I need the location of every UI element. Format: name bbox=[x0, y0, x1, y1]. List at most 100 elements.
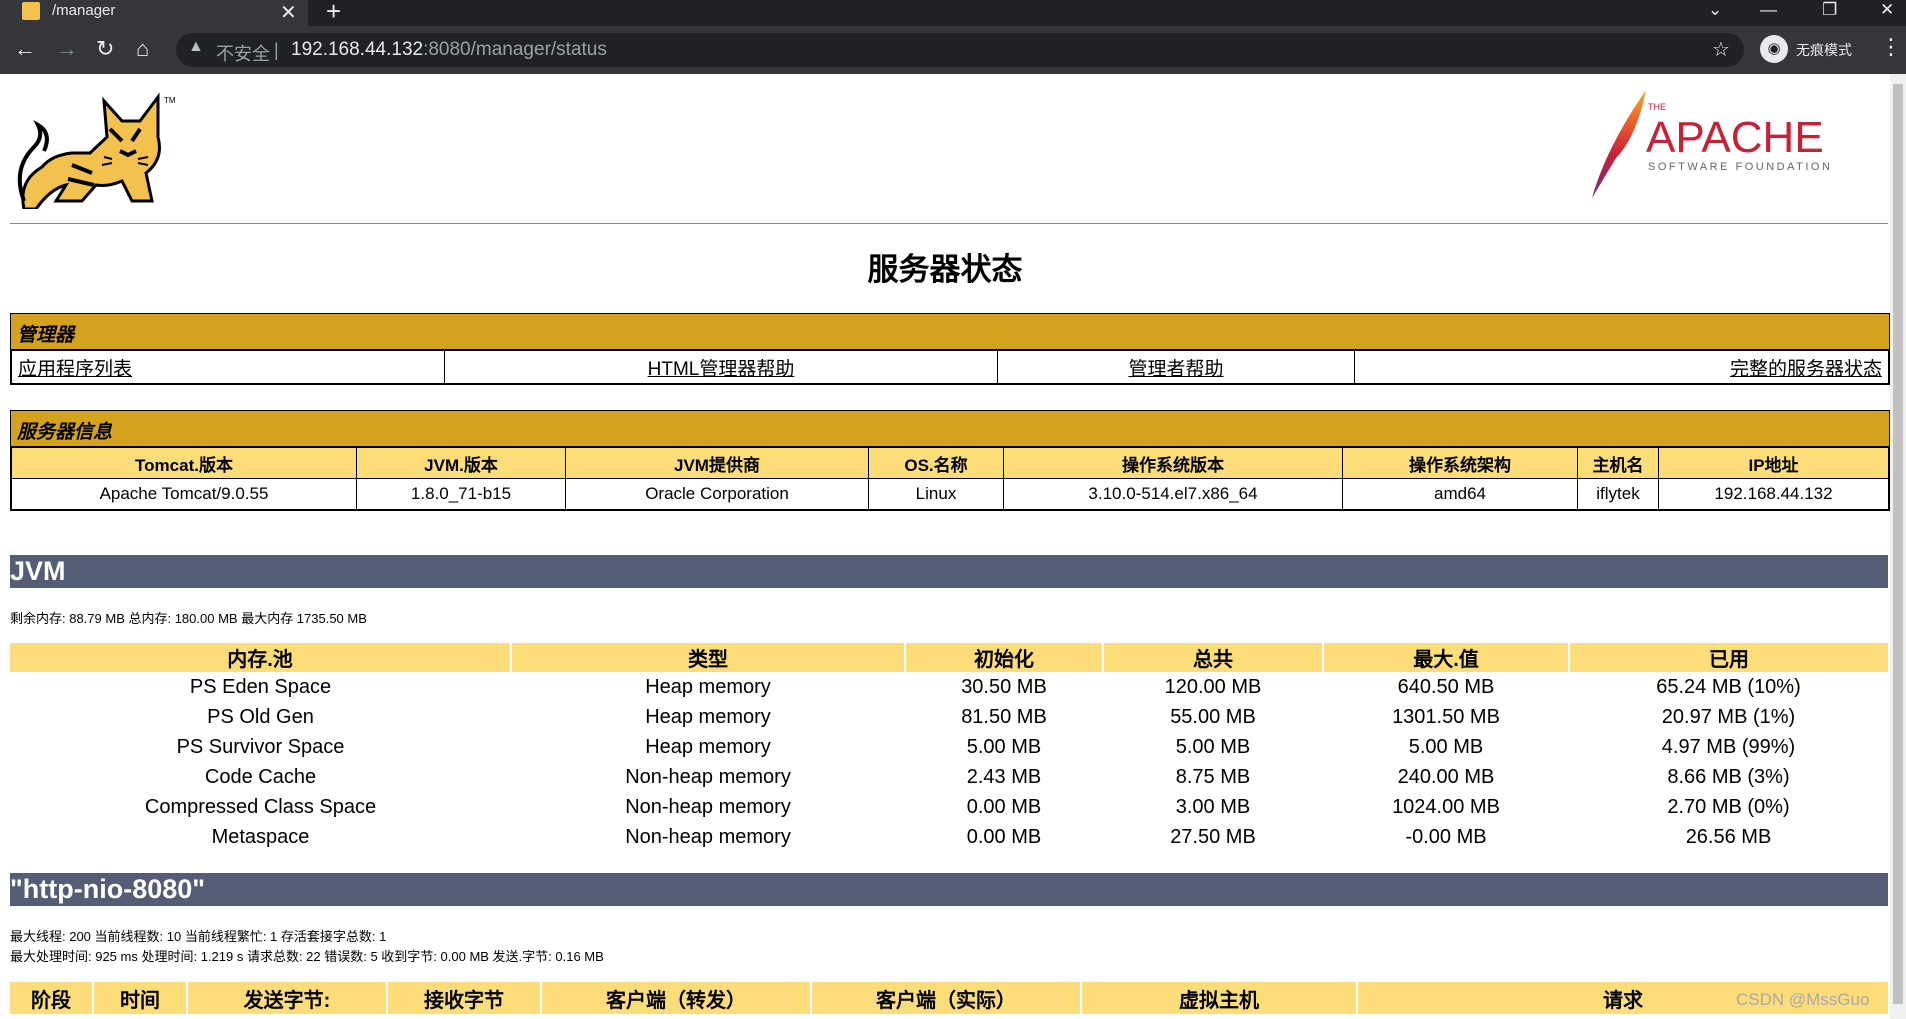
jvm-section-title: JVM bbox=[10, 555, 1888, 588]
table-cell: 81.50 MB bbox=[961, 705, 1047, 728]
table-cell: 8.75 MB bbox=[1175, 765, 1251, 788]
window-close-icon[interactable]: ✕ bbox=[1880, 0, 1894, 20]
manager-section: 管理器 应用程序列表 HTML管理器帮助 管理者帮助 完整的服务器状态 bbox=[10, 313, 1890, 385]
column-header: JVM.版本 bbox=[356, 447, 566, 479]
table-cell: Non-heap memory bbox=[625, 765, 791, 788]
column-header: 阶段 bbox=[10, 982, 93, 1014]
table-cell: -0.00 MB bbox=[1405, 825, 1487, 848]
table-cell: amd64 bbox=[1342, 478, 1578, 510]
column-header: 客户端（转发） bbox=[540, 982, 811, 1014]
table-cell: PS Old Gen bbox=[207, 705, 314, 728]
apache-wordmark: APACHE bbox=[1646, 113, 1824, 162]
incognito-badge[interactable]: ◉ 无痕模式 bbox=[1758, 32, 1862, 66]
column-header: 最大.值 bbox=[1322, 643, 1569, 672]
column-header: 客户端（实际） bbox=[810, 982, 1081, 1014]
table-cell: 20.97 MB (1%) bbox=[1661, 705, 1796, 728]
manager-cell: 管理者帮助 bbox=[997, 350, 1355, 384]
link-full-server-status[interactable]: 完整的服务器状态 bbox=[1730, 359, 1882, 380]
table-cell: Code Cache bbox=[204, 765, 317, 788]
link-manager-help[interactable]: 管理者帮助 bbox=[1128, 359, 1223, 380]
column-header: IP地址 bbox=[1658, 447, 1889, 479]
table-cell: Metaspace bbox=[211, 825, 310, 848]
table-cell: 27.50 MB bbox=[1170, 825, 1256, 848]
navigation-bar: ← → ↻ ⌂ ▲ 不安全 | 192.168.44.132:8080/mana… bbox=[0, 26, 1906, 74]
server-info-table: Tomcat.版本 JVM.版本 JVM提供商 OS.名称 操作系统版本 操作系… bbox=[11, 447, 1889, 510]
table-cell: iflytek bbox=[1577, 478, 1659, 510]
apache-the: THE bbox=[1648, 102, 1666, 112]
table-cell: 1301.50 MB bbox=[1392, 705, 1500, 728]
page-title: 服务器状态 bbox=[867, 252, 1023, 287]
incognito-label: 无痕模式 bbox=[1796, 42, 1852, 58]
tomcat-favicon-icon bbox=[22, 2, 40, 20]
table-cell: 8.66 MB (3%) bbox=[1667, 765, 1790, 788]
table-cell: Non-heap memory bbox=[625, 825, 791, 848]
manager-cell: 完整的服务器状态 bbox=[1354, 350, 1889, 384]
manager-header: 管理器 bbox=[11, 314, 1889, 350]
table-row: Metaspace Non-heap memory 0.00 MB 27.50 … bbox=[10, 822, 1888, 852]
server-info-section: 服务器信息 Tomcat.版本 JVM.版本 JVM提供商 OS.名称 操作系统… bbox=[10, 410, 1890, 511]
table-cell: 240.00 MB bbox=[1397, 765, 1495, 788]
column-header: Tomcat.版本 bbox=[11, 447, 357, 479]
table-cell: 192.168.44.132 bbox=[1658, 478, 1889, 510]
table-cell: Heap memory bbox=[645, 705, 771, 728]
server-info-header: 服务器信息 bbox=[11, 411, 1889, 447]
menu-kebab-icon[interactable]: ⋮ bbox=[1880, 34, 1902, 60]
close-tab-icon[interactable]: ✕ bbox=[280, 0, 297, 25]
address-bar[interactable]: ▲ 不安全 | 192.168.44.132:8080/manager/stat… bbox=[176, 33, 1744, 67]
column-header: 时间 bbox=[92, 982, 187, 1014]
tab-search-icon[interactable]: ⌄ bbox=[1708, 0, 1722, 20]
table-row: PS Survivor Space Heap memory 5.00 MB 5.… bbox=[10, 732, 1888, 762]
scrollbar-thumb[interactable] bbox=[1893, 84, 1903, 1004]
table-cell: 120.00 MB bbox=[1164, 675, 1262, 698]
column-header: 虚拟主机 bbox=[1080, 982, 1357, 1014]
table-cell: PS Survivor Space bbox=[176, 735, 345, 758]
column-header: 已用 bbox=[1568, 643, 1888, 672]
table-cell: PS Eden Space bbox=[189, 675, 332, 698]
table-cell: Oracle Corporation bbox=[565, 478, 869, 510]
tab-strip: /manager ✕ + ⌄ — ❐ ✕ bbox=[0, 0, 1906, 26]
column-header: 操作系统架构 bbox=[1342, 447, 1578, 479]
table-cell: 5.00 MB bbox=[1175, 735, 1251, 758]
url-text: 192.168.44.132:8080/manager/status bbox=[291, 39, 607, 61]
request-table: 阶段 时间 发送字节: 接收字节 客户端（转发） 客户端（实际） 虚拟主机 请求 bbox=[10, 982, 1888, 1014]
column-header: 发送字节: bbox=[186, 982, 387, 1014]
manager-links-table: 应用程序列表 HTML管理器帮助 管理者帮助 完整的服务器状态 bbox=[11, 350, 1889, 384]
table-row: Compressed Class Space Non-heap memory 0… bbox=[10, 792, 1888, 822]
table-cell: 5.00 MB bbox=[966, 735, 1042, 758]
table-cell: 26.56 MB bbox=[1685, 825, 1772, 848]
manager-cell: HTML管理器帮助 bbox=[444, 350, 998, 384]
vertical-scrollbar[interactable] bbox=[1890, 74, 1906, 1019]
table-cell: Apache Tomcat/9.0.55 bbox=[11, 478, 357, 510]
minimize-icon[interactable]: — bbox=[1760, 0, 1777, 20]
home-icon[interactable]: ⌂ bbox=[136, 36, 149, 62]
connector-request-info: 最大处理时间: 925 ms 处理时间: 1.219 s 请求总数: 22 错误… bbox=[10, 949, 604, 964]
table-cell: 640.50 MB bbox=[1397, 675, 1495, 698]
security-label: 不安全 bbox=[216, 44, 270, 64]
connector-section-title: "http-nio-8080" bbox=[10, 873, 1888, 906]
header-divider bbox=[10, 223, 1888, 224]
browser-tab[interactable]: /manager ✕ bbox=[0, 0, 308, 26]
column-header: 操作系统版本 bbox=[1003, 447, 1343, 479]
column-header: 总共 bbox=[1102, 643, 1323, 672]
reload-icon[interactable]: ↻ bbox=[96, 36, 114, 62]
table-row: Code Cache Non-heap memory 2.43 MB 8.75 … bbox=[10, 762, 1888, 792]
table-cell: Linux bbox=[868, 478, 1004, 510]
new-tab-icon[interactable]: + bbox=[326, 0, 341, 27]
watermark: CSDN @MssGuo bbox=[1736, 990, 1870, 1009]
back-icon[interactable]: ← bbox=[14, 36, 36, 62]
table-cell: 65.24 MB (10%) bbox=[1656, 675, 1801, 698]
link-app-list[interactable]: 应用程序列表 bbox=[18, 359, 132, 380]
tomcat-logo: TM bbox=[17, 92, 176, 209]
apache-subtitle: SOFTWARE FOUNDATION bbox=[1648, 161, 1832, 173]
restore-icon[interactable]: ❐ bbox=[1822, 0, 1837, 20]
bookmark-star-icon[interactable]: ☆ bbox=[1712, 37, 1730, 62]
link-html-manager-help[interactable]: HTML管理器帮助 bbox=[648, 359, 795, 380]
column-header: JVM提供商 bbox=[565, 447, 869, 479]
table-cell: 3.10.0-514.el7.x86_64 bbox=[1003, 478, 1343, 510]
separator: | bbox=[274, 40, 279, 60]
connector-thread-info: 最大线程: 200 当前线程数: 10 当前线程繁忙: 1 存活套接字总数: 1 bbox=[10, 929, 387, 944]
forward-icon[interactable]: → bbox=[56, 36, 78, 62]
page-content: TM THE APACHE SOFTWARE FOUNDATION 服务器状态 … bbox=[0, 74, 1890, 1019]
incognito-icon: ◉ bbox=[1760, 35, 1788, 63]
url-host: 192.168.44.132 bbox=[291, 39, 424, 60]
